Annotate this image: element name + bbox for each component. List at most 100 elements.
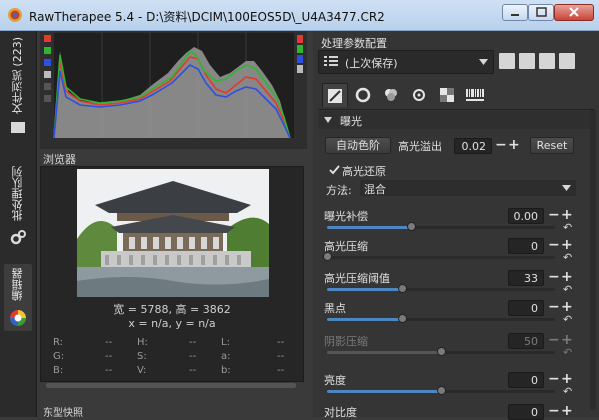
slider-value[interactable]: 0 — [508, 300, 544, 316]
highlight-clip-plus[interactable]: + — [508, 138, 520, 152]
slider-label: 阴影压缩 — [324, 335, 368, 348]
navigator-scrollbar[interactable] — [46, 383, 296, 388]
slider-value[interactable]: 0 — [508, 404, 544, 420]
title-bar: RawTherapee 5.4 - D:\资料\DCIM\100EOS5D\_U… — [0, 0, 599, 31]
highlight-recovery-checkbox[interactable] — [329, 164, 340, 175]
tab-advanced[interactable] — [406, 83, 432, 107]
tab-transform[interactable] — [434, 83, 460, 107]
save-profile-icon[interactable] — [519, 53, 535, 69]
slider-plus-button[interactable]: + — [561, 300, 573, 314]
slider-knob[interactable] — [437, 386, 446, 395]
bottom-panel-header[interactable]: 东型快照 — [40, 406, 300, 419]
slider-plus-button: + — [561, 332, 573, 348]
gears-icon — [10, 230, 26, 245]
left-tab-bar: 文件浏览 (223) 批处理队列 编辑器 — [0, 31, 37, 417]
histogram-clip-red — [297, 35, 303, 43]
histogram-chroma-toggle[interactable] — [44, 83, 51, 90]
slider-track[interactable] — [327, 386, 555, 395]
image-dimensions: 宽 = 5788, 高 = 3862 — [113, 303, 231, 316]
histogram-red-toggle[interactable] — [44, 35, 51, 42]
color-icon — [385, 89, 397, 101]
copy-profile-icon[interactable] — [539, 53, 555, 69]
slider-minus-button[interactable]: − — [548, 300, 560, 314]
open-profile-icon[interactable] — [499, 53, 515, 69]
auto-levels-button[interactable]: 自动色阶 — [325, 137, 391, 154]
slider-value[interactable]: 0.00 — [508, 208, 544, 224]
tab-batch-queue[interactable]: 批处理队列 — [4, 166, 32, 245]
maximize-icon — [536, 7, 547, 17]
info-v-label: V: — [137, 365, 147, 376]
tab-color[interactable] — [378, 83, 404, 107]
info-g-label: G: — [53, 351, 65, 362]
minimize-icon — [511, 14, 519, 16]
paste-profile-icon[interactable] — [559, 53, 575, 69]
close-button[interactable] — [554, 4, 594, 21]
slider-fill — [327, 351, 441, 354]
list-icon — [324, 56, 338, 66]
right-panel-scrollbar[interactable] — [590, 110, 596, 410]
slider-track[interactable] — [327, 284, 555, 293]
tab-file-browser[interactable]: 文件浏览 (223) — [4, 37, 32, 134]
histogram-clip-green — [297, 45, 303, 53]
slider-knob[interactable] — [323, 252, 332, 261]
slider-plus-button[interactable]: + — [561, 404, 573, 418]
tab-batch-queue-label: 批处理队列 — [11, 166, 24, 221]
histogram-green-toggle[interactable] — [44, 47, 51, 54]
undo-icon[interactable]: ↶ — [563, 252, 574, 263]
slider-minus-button[interactable]: − — [548, 270, 560, 284]
histogram-clip-lum — [297, 65, 303, 73]
slider-plus-button[interactable]: + — [561, 372, 573, 386]
highlight-clip-input[interactable]: 0.02 — [454, 138, 492, 154]
tab-editor[interactable]: 编辑器 — [4, 264, 32, 331]
info-h-label: H: — [137, 337, 148, 348]
slider-value[interactable]: 0 — [508, 372, 544, 388]
navigator-header: 浏览器 — [40, 150, 307, 166]
info-g-value: -- — [105, 351, 113, 362]
undo-icon[interactable]: ↶ — [563, 386, 574, 397]
profile-selector[interactable]: (上次保存) — [318, 50, 494, 74]
slider-plus-button[interactable]: + — [561, 270, 573, 284]
navigator-panel: 宽 = 5788, 高 = 3862 x = n/a, y = n/a R: -… — [40, 166, 304, 382]
window-title: RawTherapee 5.4 - D:\资料\DCIM\100EOS5D\_U… — [29, 10, 385, 24]
tab-details[interactable] — [350, 83, 376, 107]
slider-minus-button[interactable]: − — [548, 238, 560, 252]
slider-value[interactable]: 33 — [508, 270, 544, 286]
method-select[interactable]: 混合 — [360, 180, 576, 196]
slider-minus-button[interactable]: − — [548, 404, 560, 418]
slider-track[interactable] — [323, 252, 555, 261]
info-r-value: -- — [105, 337, 113, 348]
histogram-blue-toggle[interactable] — [44, 59, 51, 66]
slider-value[interactable]: 0 — [508, 238, 544, 254]
close-icon — [569, 7, 579, 17]
info-a-value: -- — [277, 351, 285, 362]
cursor-position: x = n/a, y = n/a — [128, 317, 216, 330]
slider-minus-button[interactable]: − — [548, 208, 560, 222]
slider-track[interactable] — [327, 314, 555, 323]
undo-icon[interactable]: ↶ — [563, 314, 574, 325]
tab-exposure[interactable] — [322, 83, 348, 107]
undo-icon[interactable]: ↶ — [563, 284, 574, 295]
slider-plus-button[interactable]: + — [561, 208, 573, 222]
advanced-icon — [413, 89, 425, 101]
histogram-raw-toggle[interactable] — [44, 95, 51, 102]
slider-plus-button[interactable]: + — [561, 238, 573, 252]
info-b-value: -- — [105, 365, 113, 376]
exposure-section-header[interactable]: 曝光 — [318, 111, 594, 129]
transform-icon — [440, 88, 454, 102]
folder-icon — [11, 122, 25, 134]
image-thumbnail[interactable] — [77, 169, 269, 297]
slider-track[interactable] — [327, 222, 555, 231]
minimize-button[interactable] — [502, 4, 528, 21]
info-b-label: B: — [53, 365, 64, 376]
slider-minus-button[interactable]: − — [548, 372, 560, 386]
highlight-clip-minus[interactable]: − — [495, 138, 507, 152]
slider-fill — [327, 226, 412, 229]
info-s-value: -- — [189, 351, 197, 362]
tab-file-browser-label: 文件浏览 (223) — [11, 37, 24, 115]
undo-icon[interactable]: ↶ — [563, 222, 574, 233]
slider-label: 亮度 — [324, 374, 346, 387]
histogram-luminance-toggle[interactable] — [44, 71, 51, 78]
reset-button[interactable]: Reset — [530, 137, 574, 154]
tab-metadata[interactable] — [462, 83, 488, 107]
maximize-button[interactable] — [528, 4, 554, 21]
